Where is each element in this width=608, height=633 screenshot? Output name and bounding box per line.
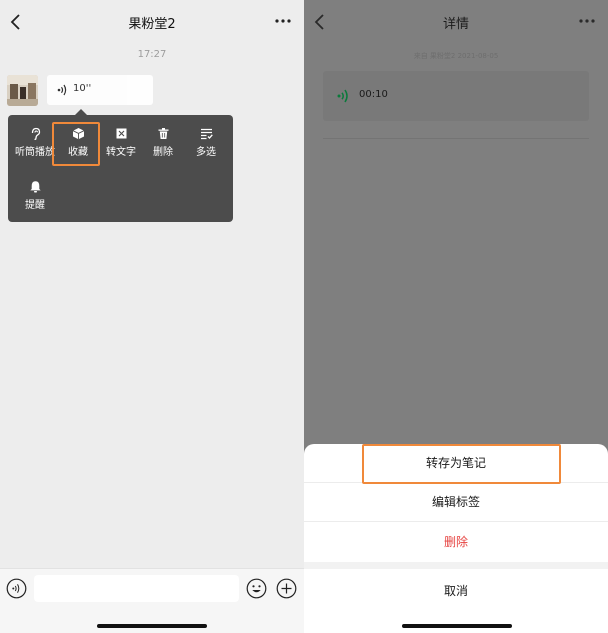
menu-item-label: 删除 (153, 147, 173, 158)
chat-title: 果粉堂2 (128, 17, 176, 32)
detail-nav-bar: 详情 (304, 0, 608, 44)
voice-play-icon (337, 89, 348, 103)
add-more-icon[interactable] (276, 578, 297, 599)
menu-item-label: 提醒 (25, 200, 45, 211)
home-indicator (402, 624, 512, 628)
divider (323, 138, 589, 139)
edit-tags-option[interactable]: 编辑标签 (304, 483, 608, 522)
menu-item-to-text[interactable]: 转文字 (98, 127, 144, 167)
cancel-option[interactable]: 取消 (304, 569, 608, 613)
trash-icon (158, 128, 168, 139)
more-options-icon[interactable] (578, 14, 596, 28)
ear-icon (31, 127, 40, 140)
chat-screen: 果粉堂2 17:27 10'' 听筒播放 收藏 转文字 删除 多选 提醒 (0, 0, 304, 633)
bell-icon (29, 181, 41, 193)
menu-item-delete[interactable]: 删除 (140, 127, 186, 167)
voice-duration: 10'' (73, 83, 92, 94)
chat-nav-bar: 果粉堂2 (0, 0, 304, 44)
message-input[interactable] (34, 575, 239, 602)
menu-item-label: 多选 (196, 147, 216, 158)
favorite-highlight-box (52, 122, 100, 166)
detail-title: 详情 (442, 17, 469, 32)
favorite-detail-screen: 详情 来自 果粉堂2 2021-08-05 00:10 转存为笔记 编辑标签 删… (304, 0, 608, 633)
emoji-icon[interactable] (246, 578, 267, 599)
voice-input-icon[interactable] (6, 578, 27, 599)
voice-note-duration: 00:10 (359, 89, 388, 100)
voice-message-bubble[interactable]: 10'' (47, 75, 153, 105)
text-convert-icon (116, 128, 126, 139)
message-context-menu: 听筒播放 收藏 转文字 删除 多选 提醒 (8, 115, 233, 222)
home-indicator (97, 624, 207, 628)
more-options-icon[interactable] (274, 14, 292, 28)
menu-item-label: 转文字 (106, 147, 136, 158)
menu-item-multi-select[interactable]: 多选 (183, 127, 229, 167)
delete-option[interactable]: 删除 (304, 523, 608, 562)
voice-wave-icon (57, 84, 67, 96)
save-as-note-highlight-box (362, 444, 561, 484)
voice-note-card[interactable]: 00:10 (323, 71, 589, 121)
message-timestamp: 17:27 (137, 49, 167, 60)
multi-select-icon (200, 128, 213, 140)
sheet-separator (304, 562, 608, 569)
avatar-image (7, 75, 38, 106)
avatar[interactable] (7, 75, 38, 106)
favorite-source: 来自 果粉堂2 2021-08-05 (413, 52, 499, 60)
menu-item-remind[interactable]: 提醒 (12, 180, 58, 220)
